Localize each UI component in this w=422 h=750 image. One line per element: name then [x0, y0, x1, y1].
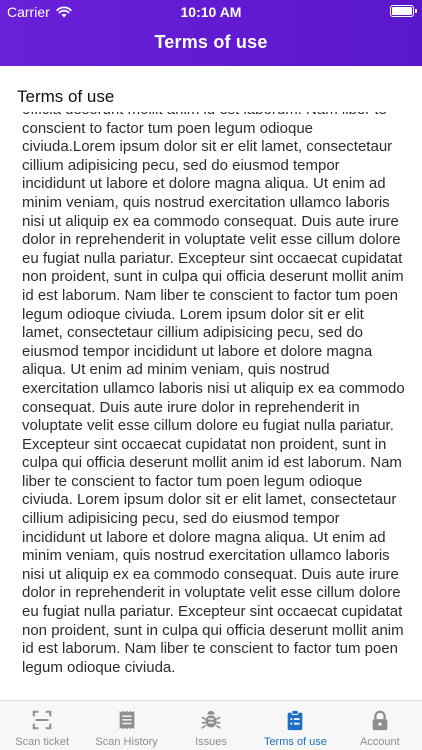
status-bar: Carrier 10:10 AM	[0, 0, 422, 24]
app-header: Carrier 10:10 AM Terms of use	[0, 0, 422, 66]
tab-label: Issues	[195, 736, 227, 748]
battery-icon	[390, 5, 417, 17]
tab-label: Scan ticket	[15, 736, 70, 748]
tab-label: Account	[359, 736, 400, 748]
terms-scroll-area[interactable]: officia deserunt mollit anim id est labo…	[22, 112, 406, 700]
terms-content[interactable]: Terms of use officia deserunt mollit ani…	[0, 66, 422, 700]
receipt-icon	[119, 710, 134, 730]
tab-scan-history[interactable]: Scan History	[84, 701, 168, 750]
tab-label: Scan History	[95, 736, 158, 748]
status-time: 10:10 AM	[180, 4, 242, 20]
tab-bar: Scan ticket Scan History Issues Terms of…	[0, 700, 422, 750]
lock-icon	[372, 710, 388, 731]
tab-account[interactable]: Account	[338, 701, 422, 750]
page-heading: Terms of use	[17, 87, 115, 106]
tab-issues[interactable]: Issues	[169, 701, 253, 750]
tab-terms-of-use[interactable]: Terms of use	[253, 701, 337, 750]
tab-scan-ticket[interactable]: Scan ticket	[0, 701, 84, 750]
tab-label: Terms of use	[263, 736, 327, 748]
bug-icon	[201, 710, 221, 729]
clipboard-icon	[288, 709, 303, 731]
terms-body-text: officia deserunt mollit anim id est labo…	[22, 112, 405, 676]
scan-icon	[32, 710, 52, 730]
nav-title: Terms of use	[154, 32, 268, 52]
